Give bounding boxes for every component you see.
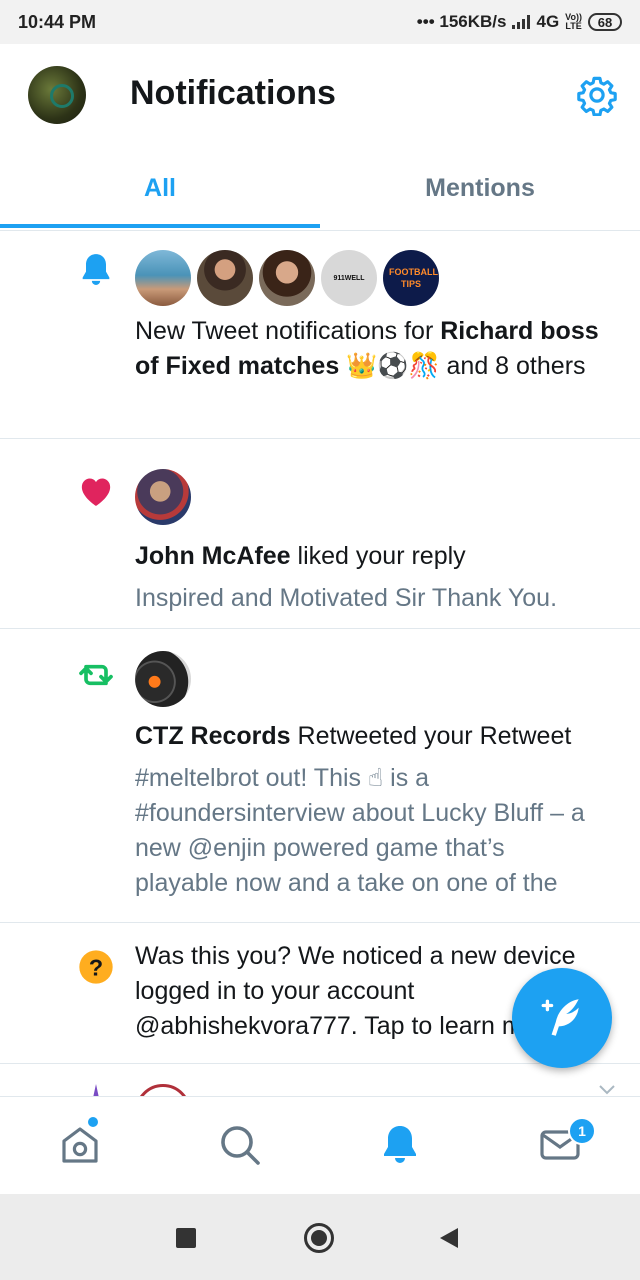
back-icon[interactable] [438,1226,460,1250]
settings-gear-icon[interactable] [576,74,618,116]
retweet-icon [79,664,113,686]
avatar-row: 911WELL FOOTBALL TIPS [135,250,439,306]
status-indicators: ••• 156KB/s 4G Vo)) LTE 68 [417,12,622,32]
search-icon[interactable] [216,1121,264,1169]
compose-tweet-button[interactable] [512,968,612,1068]
account-name: John McAfee [135,542,291,570]
avatar[interactable] [197,250,253,306]
notification-like[interactable]: John McAfee liked your reply Inspired an… [0,439,640,629]
avatar[interactable] [259,250,315,306]
app-header: Notifications [0,44,640,148]
network-type: 4G [536,12,560,31]
question-icon: ? [79,950,113,984]
messages-badge: 1 [568,1117,596,1145]
heart-icon [81,478,111,506]
home-button-icon[interactable] [304,1223,334,1253]
battery-icon: 68 [588,13,622,31]
notifications-feed: 911WELL FOOTBALL TIPS New Tweet notifica… [0,230,640,1064]
avatar[interactable] [135,469,191,525]
page-title: Notifications [130,74,336,112]
notification-text: New Tweet notifications for Richard boss… [135,317,599,380]
tab-all[interactable]: All [0,148,320,228]
notification-new-tweets[interactable]: 911WELL FOOTBALL TIPS New Tweet notifica… [0,230,640,439]
home-new-dot [88,1117,98,1127]
status-time: 10:44 PM [18,11,97,32]
active-tab-indicator [0,224,320,228]
notification-text: CTZ Records Retweeted your Retweet [135,722,572,750]
avatar[interactable]: FOOTBALL TIPS [383,250,439,306]
home-icon[interactable] [56,1121,104,1169]
avatar[interactable]: 911WELL [321,250,377,306]
avatar-label: FOOTBALL TIPS [389,267,438,289]
battery-level: 68 [597,14,613,30]
avatar-row [135,651,191,707]
avatar[interactable] [135,250,191,306]
retweet-preview-text: #meltelbrot out! This ☝ is a #foundersin… [135,764,585,897]
compose-feather-icon [541,999,579,1036]
liked-reply-text: Inspired and Motivated Sir Thank You. [135,584,558,612]
system-navigation-bar [0,1194,640,1280]
signal-icon [512,15,531,29]
notifications-bell-icon[interactable] [376,1121,424,1169]
notification-retweet[interactable]: CTZ Records Retweeted your Retweet #melt… [0,629,640,923]
bottom-navigation: 1 [0,1096,640,1195]
notification-text: John McAfee liked your reply [135,542,466,570]
partial-notification [0,1064,640,1096]
volte-icon: Vo)) LTE [565,12,582,31]
emoji: 👑⚽🎊 [346,352,440,380]
svg-text:?: ? [89,954,103,980]
avatar [135,1084,191,1096]
avatar[interactable] [135,651,191,707]
status-bar: 10:44 PM ••• 156KB/s 4G Vo)) LTE 68 [0,0,640,44]
profile-avatar[interactable] [28,66,86,124]
chevron-down-icon[interactable] [598,1084,616,1096]
recent-apps-icon[interactable] [176,1228,196,1248]
network-speed: ••• 156KB/s [416,12,507,31]
avatar-label: 911WELL [333,274,365,282]
notification-tabs: All Mentions [0,148,640,231]
sparkle-icon [93,1084,99,1096]
tab-mentions[interactable]: Mentions [320,148,640,228]
account-name: CTZ Records [135,722,291,750]
bell-icon [82,254,110,285]
avatar-row [135,469,191,525]
